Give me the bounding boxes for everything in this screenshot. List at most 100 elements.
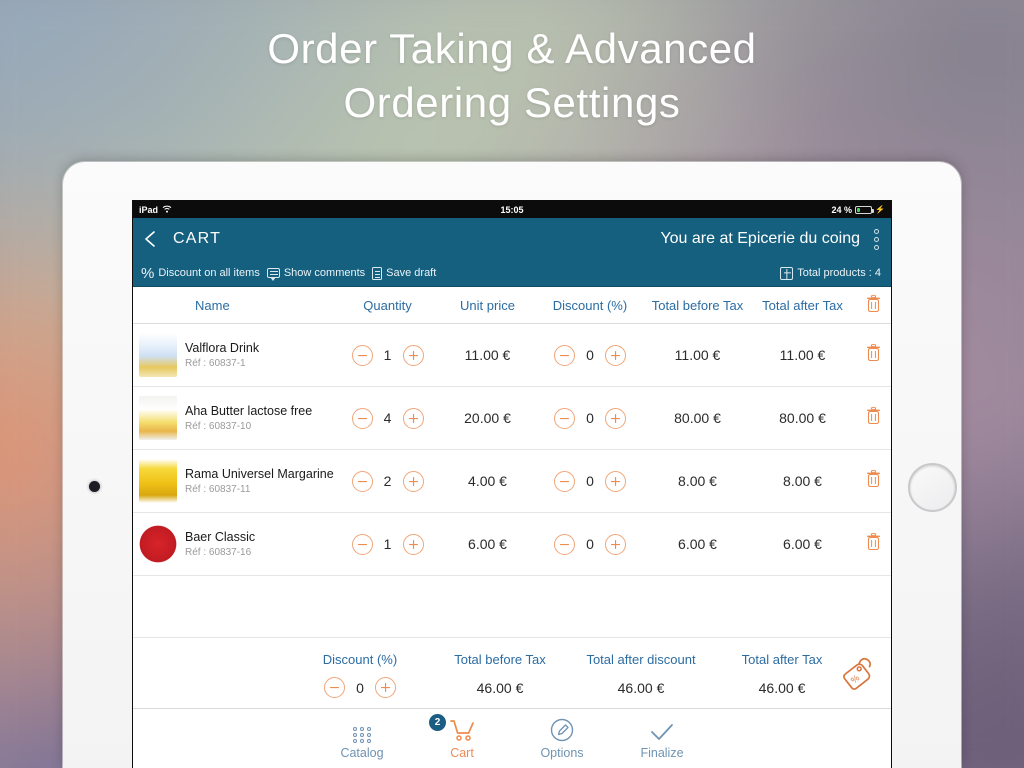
home-button[interactable]	[908, 463, 957, 512]
discount-stepper: 0	[535, 407, 645, 429]
quantity-value: 1	[383, 347, 392, 363]
table-row[interactable]: Rama Universel Margarine Réf : 60837-11 2 4…	[133, 450, 891, 513]
location-name: Epicerie du coing	[737, 230, 860, 247]
totals-value-row: 0 46.00 € 46.00 € 46.00 €	[133, 677, 891, 698]
trash-icon	[866, 469, 881, 488]
totals-after-tax-value: 46.00 €	[758, 679, 806, 696]
delete-row-button[interactable]	[855, 532, 891, 556]
rama-margarine-thumb	[139, 459, 177, 503]
totals-discount-increment-button[interactable]	[375, 677, 396, 698]
tab-icon	[312, 717, 412, 743]
back-button[interactable]	[141, 229, 161, 249]
quantity-value: 4	[383, 410, 392, 426]
bottom-tab-bar: Catalog 2 Cart Options Finalize	[133, 708, 891, 768]
discount-stepper: 0	[535, 533, 645, 555]
discount-decrement-button[interactable]	[554, 470, 575, 492]
product-text: Valflora Drink Réf : 60837-1	[185, 341, 259, 369]
trash-icon	[866, 532, 881, 551]
cart-rows-list: Valflora Drink Réf : 60837-1 1 11.00 € 0 11.0…	[133, 324, 891, 637]
delete-all-button[interactable]	[855, 294, 891, 316]
quantity-decrement-button[interactable]	[351, 470, 373, 492]
table-row[interactable]: Baer Classic Réf : 60837-16 1 6.00 € 0 6.00 €…	[133, 513, 891, 576]
delete-row-button[interactable]	[855, 343, 891, 367]
discount-value: 0	[586, 347, 594, 363]
cart-toolbar: % Discount on all items Show comments Sa…	[133, 260, 891, 287]
product-text: Rama Universel Margarine Réf : 60837-11	[185, 467, 334, 495]
trash-icon	[866, 406, 881, 425]
total-after-tax-value: 11.00 €	[779, 347, 826, 363]
tab-catalog[interactable]: Catalog	[312, 717, 412, 760]
trash-icon	[866, 343, 881, 362]
comment-icon	[266, 268, 280, 281]
navigation-bar: CART You are at Epicerie du coing	[133, 218, 891, 260]
total-after-tax-value: 6.00 €	[783, 536, 822, 552]
aha-butter-thumb	[139, 396, 177, 440]
discount-increment-button[interactable]	[605, 470, 626, 492]
tab-options[interactable]: Options	[512, 717, 612, 760]
delete-row-button[interactable]	[855, 469, 891, 493]
totals-discount-label: Discount (%)	[322, 652, 398, 667]
tab-label: Options	[540, 746, 584, 760]
tab-label: Catalog	[340, 746, 384, 760]
discount-decrement-button[interactable]	[554, 533, 575, 555]
quantity-value: 1	[383, 536, 392, 552]
cart-totals-section: Discount (%) Total before Tax Total afte…	[133, 637, 891, 708]
product-reference: Réf : 60837-1	[185, 358, 246, 369]
totals-discount-stepper: 0	[285, 677, 435, 698]
delete-row-button[interactable]	[855, 406, 891, 430]
column-header-discount: Discount (%)	[552, 297, 628, 313]
product-cell: Aha Butter lactose free Réf : 60837-10	[133, 396, 335, 440]
total-before-tax-value: 80.00 €	[674, 410, 721, 426]
quantity-stepper: 2	[335, 470, 440, 492]
discount-increment-button[interactable]	[605, 344, 626, 366]
quantity-increment-button[interactable]	[402, 344, 424, 366]
quantity-increment-button[interactable]	[402, 470, 424, 492]
cart-table-header: Name Quantity Unit price Discount (%) To…	[133, 287, 891, 324]
battery-percent-label: 24 %	[831, 204, 853, 215]
svg-text:%: %	[849, 673, 861, 686]
column-header-total-before-tax: Total before Tax	[651, 297, 744, 313]
total-products-indicator: Total products : 4	[780, 266, 881, 280]
discount-increment-button[interactable]	[605, 533, 626, 555]
show-comments-label: Show comments	[283, 267, 366, 279]
tab-finalize[interactable]: Finalize	[612, 717, 712, 760]
column-header-unit-price: Unit price	[460, 297, 515, 313]
quantity-increment-button[interactable]	[402, 407, 424, 429]
quantity-stepper: 1	[335, 344, 440, 366]
tab-cart[interactable]: 2 Cart	[412, 714, 512, 760]
headline-line-1: Order Taking & Advanced	[267, 25, 757, 72]
show-comments-button[interactable]: Show comments	[266, 267, 366, 281]
unit-price-value: 6.00 €	[468, 536, 507, 552]
product-reference: Réf : 60837-16	[185, 547, 252, 558]
total-before-tax-value: 11.00 €	[674, 347, 721, 363]
total-before-tax-value: 6.00 €	[678, 536, 717, 552]
save-draft-button[interactable]: Save draft	[372, 266, 436, 280]
discount-decrement-button[interactable]	[554, 344, 575, 366]
pen-circle-icon	[550, 718, 574, 742]
more-vertical-icon[interactable]	[872, 227, 881, 252]
quantity-increment-button[interactable]	[402, 533, 424, 555]
totals-discount-decrement-button[interactable]	[324, 677, 345, 698]
totals-after-discount-label: Total after discount	[586, 652, 696, 667]
totals-before-tax-value: 46.00 €	[476, 679, 524, 696]
discount-increment-button[interactable]	[605, 407, 626, 429]
product-name: Aha Butter lactose free	[185, 404, 313, 418]
quantity-decrement-button[interactable]	[351, 344, 373, 366]
discount-on-all-items-button[interactable]: % Discount on all items	[141, 266, 260, 281]
quantity-decrement-button[interactable]	[351, 533, 373, 555]
tab-badge: 2	[429, 714, 446, 731]
navigation-bar-right: You are at Epicerie du coing	[660, 227, 881, 252]
quantity-decrement-button[interactable]	[351, 407, 373, 429]
price-tag-percent-icon[interactable]: %	[837, 652, 879, 694]
percent-icon: %	[141, 264, 155, 282]
grid-dots-icon	[352, 727, 372, 743]
quantity-value: 2	[383, 473, 392, 489]
discount-decrement-button[interactable]	[554, 407, 575, 429]
table-row[interactable]: Aha Butter lactose free Réf : 60837-10 4 20…	[133, 387, 891, 450]
product-name: Baer Classic	[185, 530, 256, 544]
discount-value: 0	[586, 410, 594, 426]
table-row[interactable]: Valflora Drink Réf : 60837-1 1 11.00 € 0 11.0…	[133, 324, 891, 387]
unit-price-value: 20.00 €	[464, 410, 511, 426]
baer-classic-thumb	[139, 522, 177, 566]
product-text: Baer Classic Réf : 60837-16	[185, 530, 255, 558]
